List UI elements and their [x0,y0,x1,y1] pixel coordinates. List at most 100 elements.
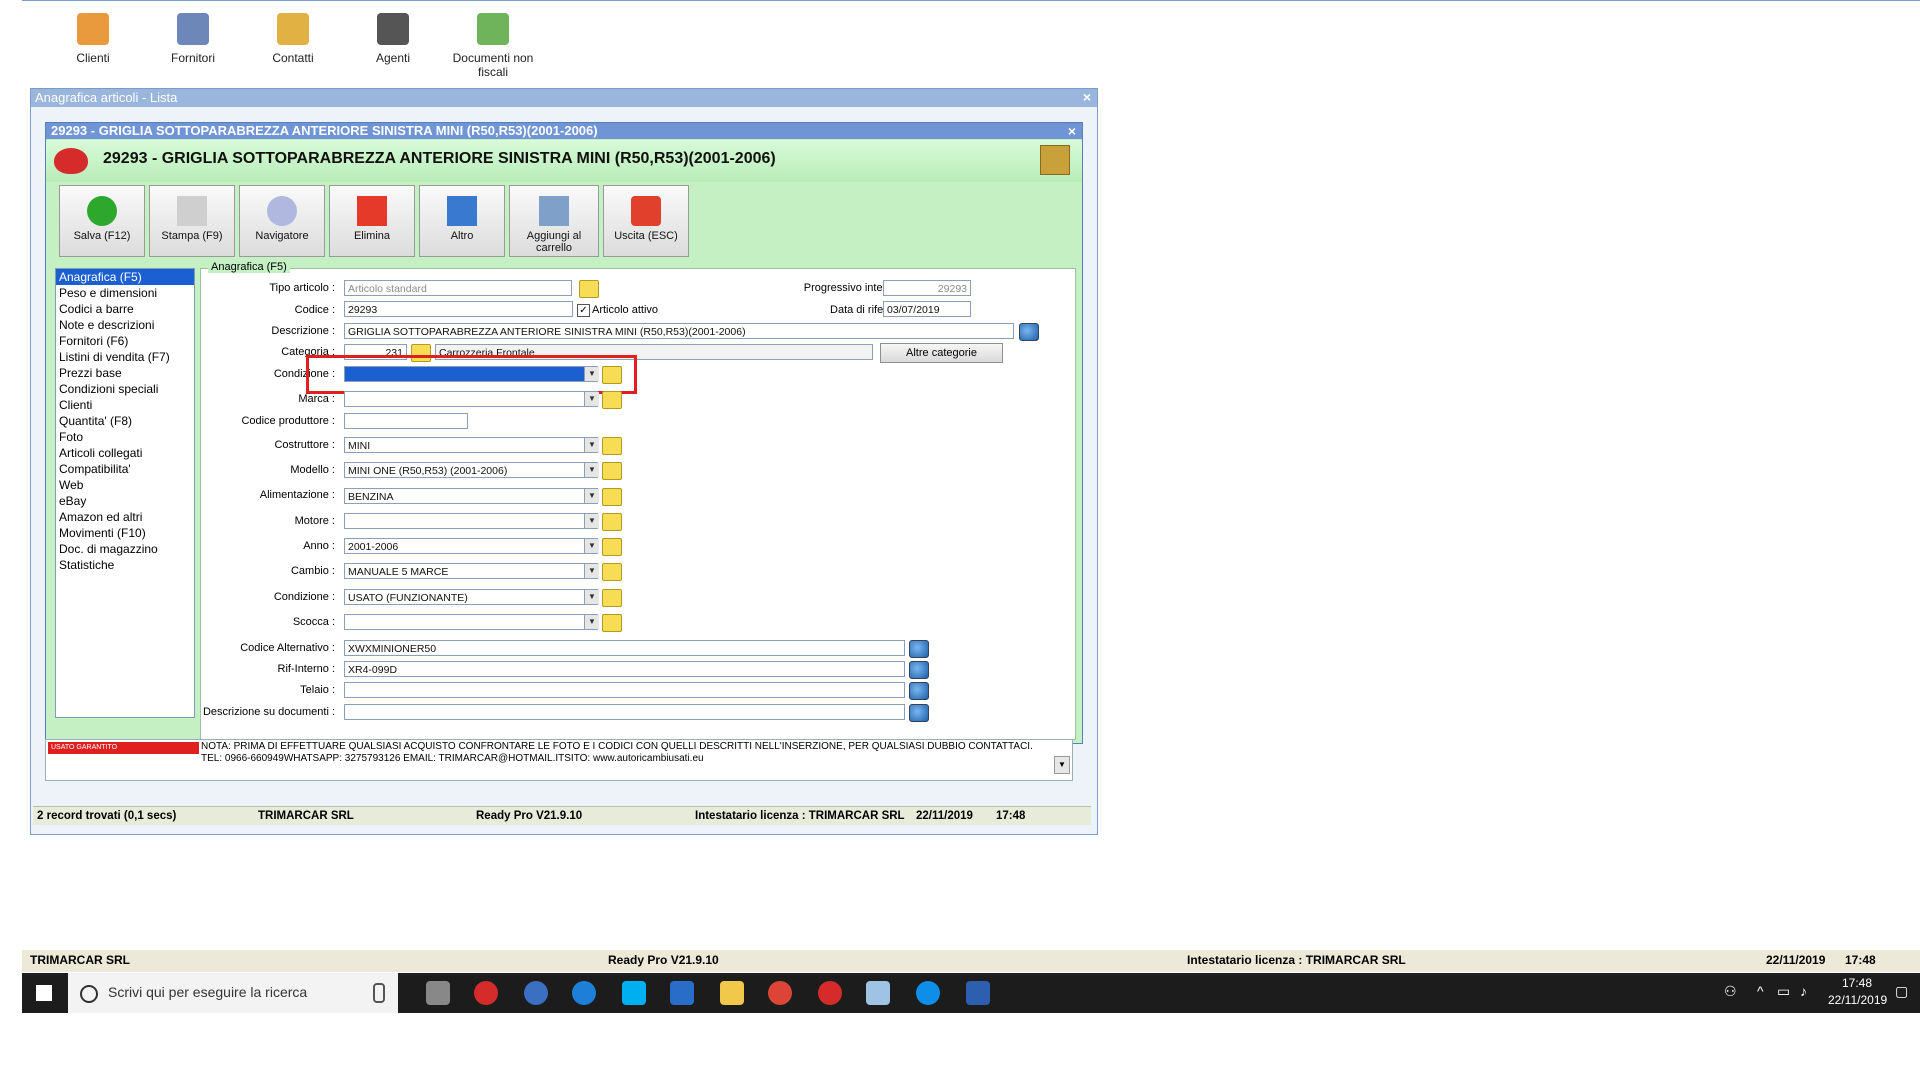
nav-item-doc-magazzino[interactable]: Doc. di magazzino [56,541,194,557]
folder-icon[interactable] [602,563,622,581]
folder-icon[interactable] [602,462,622,480]
more-button[interactable]: Altro [419,185,505,257]
toolbar-contatti-button[interactable]: Contatti [248,13,338,65]
anno-dropdown[interactable]: 2001-2006 [344,538,598,554]
clock-date[interactable]: 22/11/2019 [1828,993,1887,1007]
folder-icon[interactable] [602,391,622,409]
chevron-up-icon[interactable]: ^ [1757,983,1764,999]
motore-dropdown[interactable] [344,513,598,529]
folder-icon[interactable] [602,589,622,607]
nav-item-ebay[interactable]: eBay [56,493,194,509]
nav-item-statistiche[interactable]: Statistiche [56,557,194,573]
teamviewer-icon[interactable] [916,981,940,1005]
toolbar-documenti-button[interactable]: Documenti non fiscali [448,13,538,79]
nav-item-articoli-collegati[interactable]: Articoli collegati [56,445,194,461]
nav-item-codici-barre[interactable]: Codici a barre [56,301,194,317]
chevron-down-icon[interactable]: ▼ [584,539,599,553]
folder-icon[interactable] [602,538,622,556]
nav-item-prezzi-base[interactable]: Prezzi base [56,365,194,381]
people-icon[interactable]: ⚇ [1724,983,1737,1000]
chevron-down-icon[interactable]: ▼ [584,590,599,604]
chevron-down-icon[interactable]: ▼ [1054,756,1070,774]
close-icon[interactable]: × [1068,123,1076,139]
notifications-icon[interactable]: ▢ [1895,983,1908,1000]
globe-icon[interactable] [909,661,929,679]
telaio-field[interactable] [344,682,905,698]
print-button[interactable]: Stampa (F9) [149,185,235,257]
nav-item-condizioni-speciali[interactable]: Condizioni speciali [56,381,194,397]
toolbar-agenti-button[interactable]: Agenti [348,13,438,65]
add-to-cart-button[interactable]: Aggiungi al carrello [509,185,599,257]
costruttore-dropdown[interactable]: MINI [344,437,598,453]
nav-item-anagrafica[interactable]: Anagrafica (F5) [56,269,194,285]
save-button[interactable]: Salva (F12) [59,185,145,257]
chevron-down-icon[interactable]: ▼ [584,489,599,503]
nav-item-quantita[interactable]: Quantita' (F8) [56,413,194,429]
nav-item-fornitori[interactable]: Fornitori (F6) [56,333,194,349]
rif-interno-field[interactable]: XR4-099D [344,661,905,677]
chevron-down-icon[interactable]: ▼ [584,514,599,528]
nav-item-web[interactable]: Web [56,477,194,493]
alimentazione-dropdown[interactable]: BENZINA [344,488,598,504]
strawberry-app-icon[interactable] [818,981,842,1005]
chrome-icon[interactable] [768,981,792,1005]
chevron-down-icon[interactable]: ▼ [584,463,599,477]
notes-icon[interactable] [866,981,890,1005]
globe-icon[interactable] [1019,323,1039,341]
condizione-dropdown[interactable]: USATO (FUNZIONANTE) [344,589,598,605]
exit-button[interactable]: Uscita (ESC) [603,185,689,257]
navigator-button[interactable]: Navigatore [239,185,325,257]
chevron-down-icon[interactable]: ▼ [584,564,599,578]
folder-icon[interactable] [579,280,599,298]
close-icon[interactable]: × [1083,89,1091,105]
descrizione-field[interactable]: GRIGLIA SOTTOPARABREZZA ANTERIORE SINIST… [344,323,1014,339]
nav-item-listini[interactable]: Listini di vendita (F7) [56,349,194,365]
folder-icon[interactable] [602,488,622,506]
modello-dropdown[interactable]: MINI ONE (R50,R53) (2001-2006) [344,462,598,478]
globe-icon[interactable] [909,704,929,722]
nav-item-clienti[interactable]: Clienti [56,397,194,413]
store-icon[interactable] [670,981,694,1005]
nav-item-peso[interactable]: Peso e dimensioni [56,285,194,301]
taskbar-search[interactable]: Scrivi qui per eseguire la ricerca [68,973,398,1013]
nav-item-note[interactable]: Note e descrizioni [56,317,194,333]
codice-produttore-field[interactable] [344,413,468,429]
nav-item-foto[interactable]: Foto [56,429,194,445]
nav-item-movimenti[interactable]: Movimenti (F10) [56,525,194,541]
altre-categorie-button[interactable]: Altre categorie [880,343,1003,363]
globe-icon[interactable] [909,682,929,700]
skype-icon[interactable] [622,981,646,1005]
network-icon[interactable]: ▭ [1777,983,1790,1000]
edge-icon[interactable] [572,981,596,1005]
volume-icon[interactable]: ♪ [1800,983,1807,999]
progressivo-field[interactable]: 29293 [883,280,971,296]
clock-time[interactable]: 17:48 [1842,976,1872,990]
folder-icon[interactable] [602,437,622,455]
chevron-down-icon[interactable]: ▼ [584,438,599,452]
chevron-down-icon[interactable]: ▼ [584,392,599,406]
browser-icon[interactable] [524,981,548,1005]
globe-icon[interactable] [909,640,929,658]
nav-item-compatibilita[interactable]: Compatibilita' [56,461,194,477]
delete-button[interactable]: Elimina [329,185,415,257]
articolo-attivo-checkbox[interactable]: ✓ [577,304,590,317]
network-app-icon[interactable] [966,981,990,1005]
task-view-icon[interactable] [426,981,450,1005]
folder-icon[interactable] [602,614,622,632]
toolbar-fornitori-button[interactable]: Fornitori [148,13,238,65]
nav-item-amazon[interactable]: Amazon ed altri [56,509,194,525]
folder-icon[interactable] [602,513,622,531]
strawberry-app-icon[interactable] [474,981,498,1005]
tipo-articolo-field[interactable]: Articolo standard [344,280,572,296]
microphone-icon[interactable] [373,983,385,1003]
windows-start-icon[interactable] [36,985,52,1001]
cambio-dropdown[interactable]: MANUALE 5 MARCE [344,563,598,579]
codice-alternativo-field[interactable]: XWXMINIONER50 [344,640,905,656]
scocca-dropdown[interactable] [344,614,598,630]
data-riferimento-field[interactable]: 03/07/2019 [883,301,971,317]
toolbar-clienti-button[interactable]: Clienti [48,13,138,65]
descrizione-documenti-field[interactable] [344,704,905,720]
codice-field[interactable]: 29293 [344,301,573,317]
folder-icon[interactable] [720,981,744,1005]
marca-dropdown[interactable] [344,391,598,407]
